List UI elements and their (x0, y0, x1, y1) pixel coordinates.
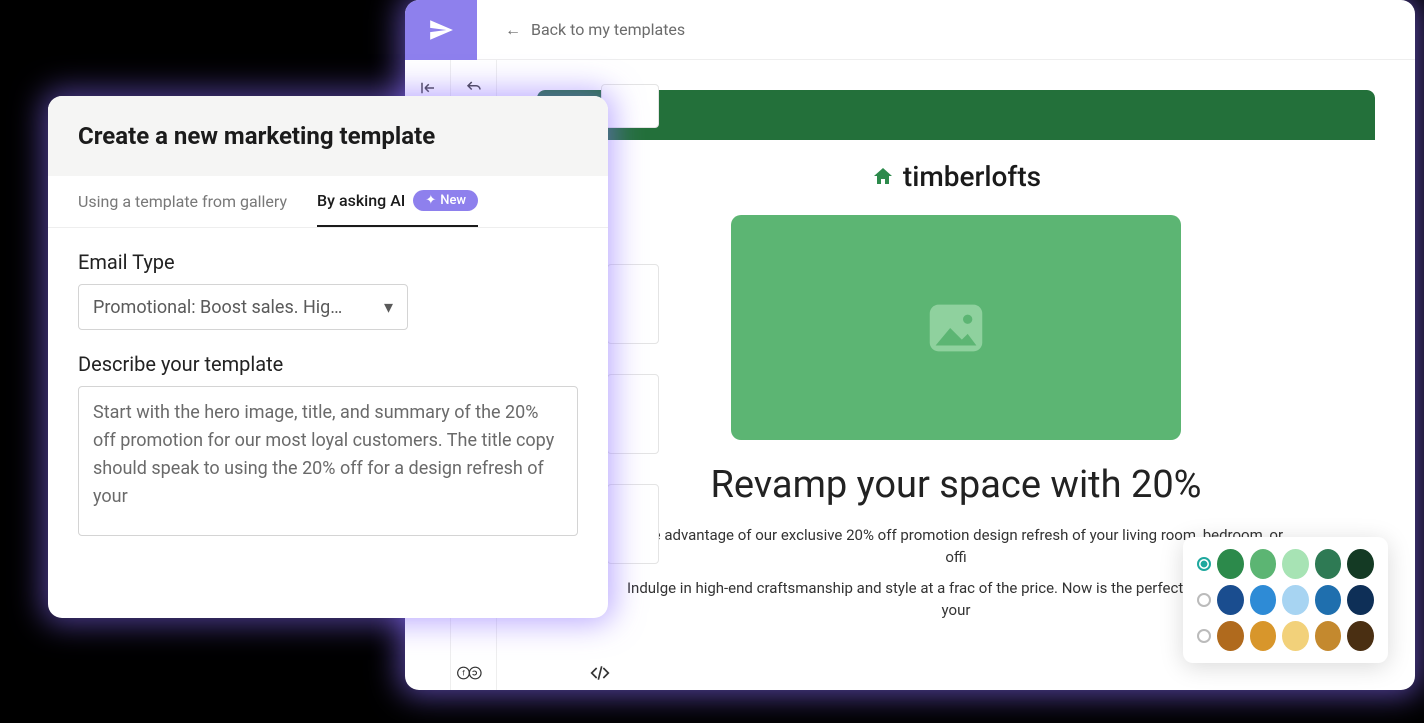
swatch[interactable] (1315, 549, 1342, 579)
swatch[interactable] (1347, 621, 1374, 651)
swatch[interactable] (1315, 585, 1342, 615)
house-icon (871, 165, 895, 189)
swatch[interactable] (1282, 549, 1309, 579)
palette-radio-selected[interactable] (1197, 557, 1211, 571)
swatch[interactable] (1217, 549, 1244, 579)
email-title[interactable]: Revamp your space with 20% (537, 454, 1375, 524)
hero-image-placeholder[interactable] (731, 215, 1181, 440)
palette-row-2[interactable] (1197, 585, 1374, 615)
swatch[interactable] (1217, 585, 1244, 615)
palette-row-1[interactable] (1197, 549, 1374, 579)
modal-body: Email Type Promotional: Boost sales. Hig… (48, 228, 608, 562)
paper-plane-icon (428, 17, 454, 43)
email-brand-name: timberlofts (903, 160, 1041, 193)
describe-template-input[interactable]: Start with the hero image, title, and su… (78, 386, 578, 536)
palette-radio[interactable] (1197, 593, 1211, 607)
email-brand-row: timberlofts (537, 140, 1375, 201)
new-badge: ✦ New (413, 190, 478, 211)
editor-topbar: ← Back to my templates (405, 0, 1415, 60)
swatch[interactable] (1250, 621, 1277, 651)
swatch[interactable] (1217, 621, 1244, 651)
color-palette-panel (1183, 537, 1388, 663)
modal-title: Create a new marketing template (48, 96, 608, 176)
swatch[interactable] (1347, 549, 1374, 579)
palette-row-3[interactable] (1197, 621, 1374, 651)
describe-label: Describe your template (78, 352, 578, 376)
tab-ask-ai-label: By asking AI (317, 191, 405, 210)
swatch[interactable] (1282, 621, 1309, 651)
sparkle-icon: ✦ (425, 193, 436, 208)
caret-down-icon: ▾ (384, 297, 393, 318)
modal-tabs: Using a template from gallery By asking … (48, 176, 608, 228)
email-type-label: Email Type (78, 250, 578, 274)
image-icon (921, 293, 991, 363)
swatch[interactable] (1250, 549, 1277, 579)
tab-ask-ai[interactable]: By asking AI ✦ New (317, 176, 478, 227)
create-template-modal: Create a new marketing template Using a … (48, 96, 608, 618)
email-header-bar (537, 90, 1375, 140)
swatch[interactable] (1250, 585, 1277, 615)
back-to-templates-link[interactable]: ← Back to my templates (505, 20, 685, 40)
email-type-select[interactable]: Promotional: Boost sales. Hig… ▾ (78, 284, 408, 330)
swatch[interactable] (1282, 585, 1309, 615)
email-type-value: Promotional: Boost sales. Hig… (93, 297, 342, 318)
arrow-left-icon: ← (505, 20, 521, 40)
swatch[interactable] (1315, 621, 1342, 651)
app-logo[interactable] (405, 0, 477, 60)
back-link-label: Back to my templates (531, 20, 685, 39)
palette-radio[interactable] (1197, 629, 1211, 643)
swatch[interactable] (1347, 585, 1374, 615)
tab-gallery-label: Using a template from gallery (78, 192, 287, 211)
tab-gallery[interactable]: Using a template from gallery (78, 176, 287, 227)
